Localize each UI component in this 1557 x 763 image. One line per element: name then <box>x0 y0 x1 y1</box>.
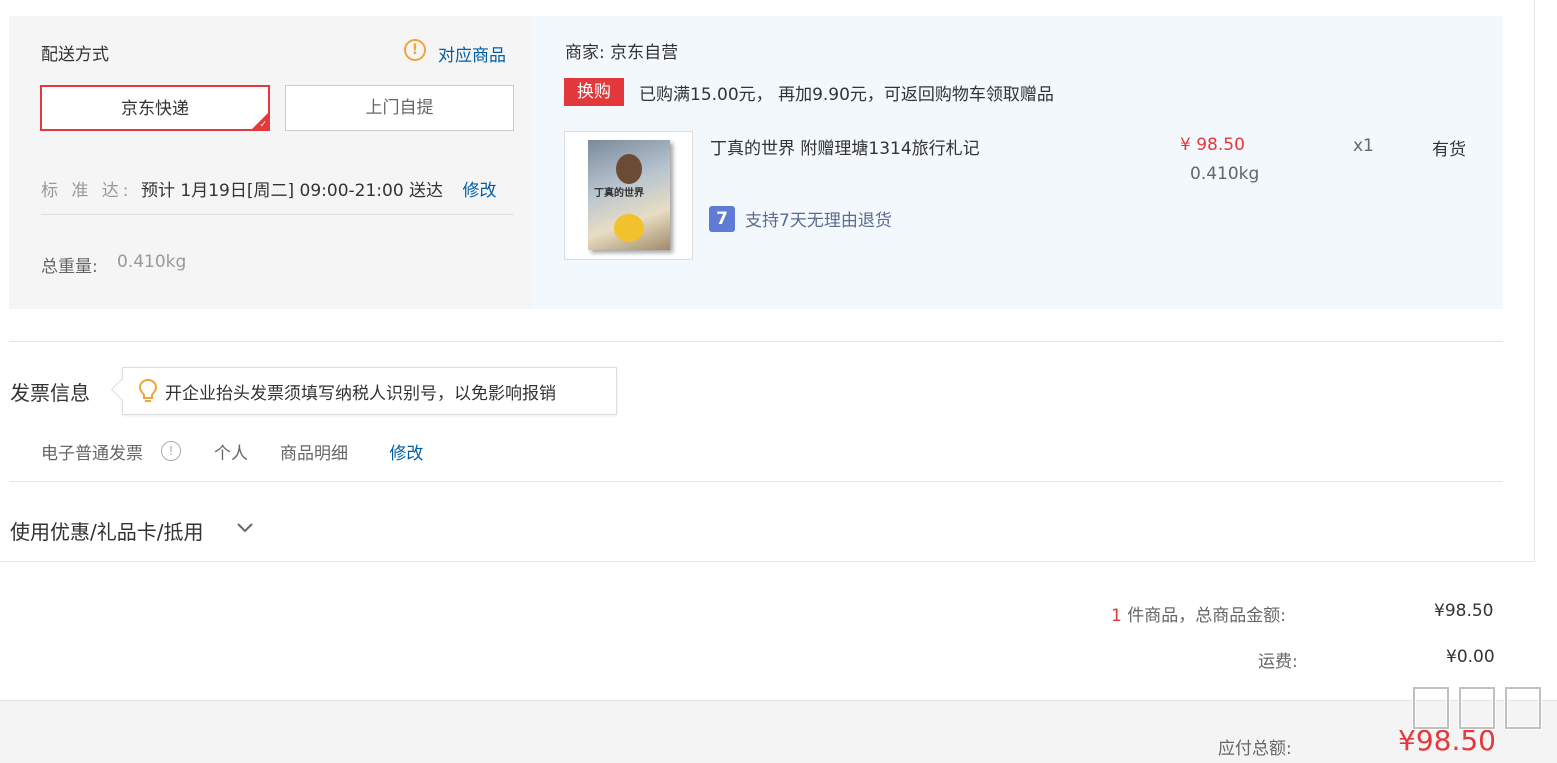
watermark-logo <box>1412 686 1542 730</box>
shipping-option-label: 上门自提 <box>365 98 434 118</box>
product-quantity: x1 <box>1353 136 1374 156</box>
lightbulb-icon <box>138 378 158 402</box>
info-icon[interactable]: ! <box>161 441 181 461</box>
promo-text: 已购满15.00元， 再加9.90元，可返回购物车领取赠品 <box>639 85 1054 105</box>
warning-icon: ! <box>404 39 426 61</box>
delivery-modify-link[interactable]: 修改 <box>462 181 496 201</box>
frame-line-right <box>1534 0 1535 562</box>
match-goods-link[interactable]: 对应商品 <box>438 41 506 66</box>
payable-bar <box>0 700 1557 763</box>
chevron-down-icon[interactable] <box>235 518 255 538</box>
payable-label: 应付总额: <box>1218 739 1292 759</box>
merchant-name: 商家: 京东自营 <box>565 43 679 63</box>
check-mark-icon: ✓ <box>259 120 267 130</box>
item-count: 1 <box>1111 606 1122 626</box>
invoice-modify-link[interactable]: 修改 <box>389 444 423 464</box>
invoice-type: 电子普通发票 <box>41 444 143 464</box>
shipping-option-jd-express[interactable]: 京东快递 ✓ <box>40 85 270 131</box>
cover-face-art <box>616 154 642 184</box>
book-cover-art: 丁真的世界 <box>588 140 670 250</box>
shipping-divider <box>41 214 514 215</box>
invoice-holder: 个人 <box>214 444 248 464</box>
product-weight: 0.410kg <box>1190 164 1260 184</box>
standard-delivery-value: 预计 1月19日[周二] 09:00-21:00 送达 修改 <box>141 176 496 201</box>
invoice-content: 商品明细 修改 <box>280 439 423 464</box>
invoice-content-label: 商品明细 <box>280 444 348 464</box>
invoice-tip-text: 开企业抬头发票须填写纳税人识别号，以免影响报销 <box>165 384 556 404</box>
items-summary-label: 1 件商品，总商品金额: <box>1111 601 1286 626</box>
items-label: 件商品，总商品金额: <box>1121 606 1286 626</box>
product-image[interactable]: 丁真的世界 <box>564 131 693 260</box>
cover-bird-art <box>614 214 644 242</box>
section-divider <box>9 341 1503 342</box>
items-total: ¥98.50 <box>1434 601 1494 621</box>
freight-value: ¥0.00 <box>1446 647 1495 667</box>
cover-title-art: 丁真的世界 <box>594 188 644 199</box>
shipping-title: 配送方式 <box>41 45 109 65</box>
return-policy-text: 支持7天无理由退货 <box>745 211 892 231</box>
swap-badge: 换购 <box>564 78 624 106</box>
delivery-estimate: 预计 1月19日[周二] 09:00-21:00 送达 <box>141 181 444 201</box>
freight-label: 运费: <box>1258 652 1298 672</box>
shipping-option-label: 京东快递 <box>121 99 189 119</box>
seven-day-return-icon: 7 <box>709 206 735 232</box>
invoice-title: 发票信息 <box>10 381 90 405</box>
total-weight-value: 0.410kg <box>117 252 187 272</box>
standard-delivery-label: 标 准 达: <box>41 181 133 201</box>
coupon-toggle[interactable]: 使用优惠/礼品卡/抵用 <box>10 516 203 545</box>
frame-line-bottom <box>0 561 1535 562</box>
section-divider <box>9 481 1503 482</box>
shipping-option-self-pickup[interactable]: 上门自提 <box>285 85 514 131</box>
product-name[interactable]: 丁真的世界 附赠理塘1314旅行札记 <box>710 134 980 159</box>
stock-status: 有货 <box>1432 140 1466 160</box>
total-weight-label: 总重量: <box>41 257 98 277</box>
product-price: ¥ 98.50 <box>1180 135 1245 155</box>
